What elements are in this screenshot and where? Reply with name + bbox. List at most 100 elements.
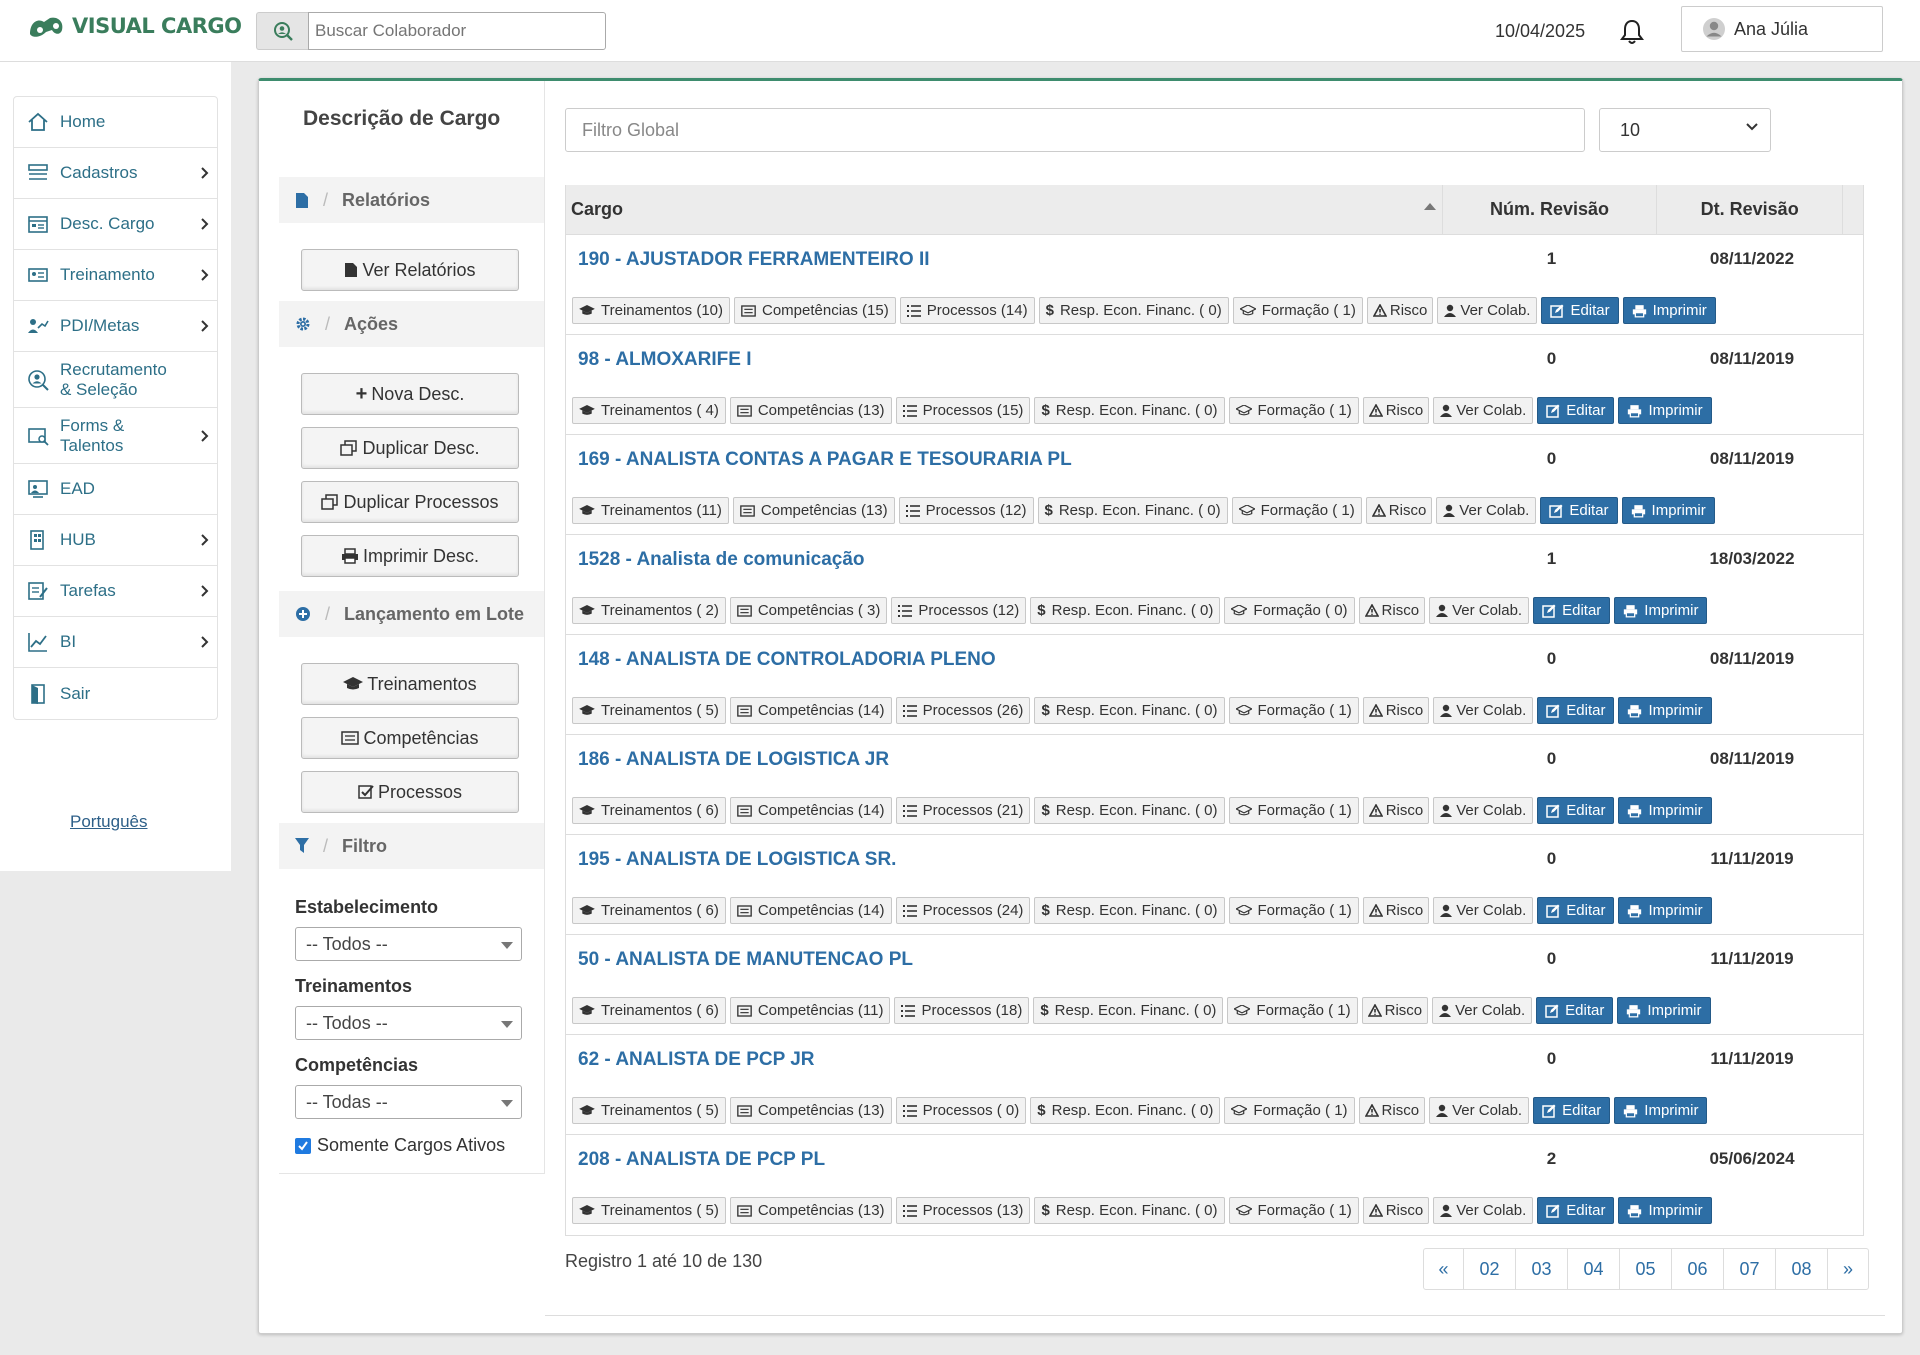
pager-page[interactable]: 04 (1568, 1249, 1620, 1289)
ver-colab-chip[interactable]: Ver Colab. (1437, 297, 1538, 324)
pager-page[interactable]: 08 (1776, 1249, 1828, 1289)
imprimir-button[interactable]: Imprimir (1618, 797, 1712, 824)
duplicar-processos-button[interactable]: Duplicar Processos (301, 481, 519, 523)
duplicar-desc-button[interactable]: Duplicar Desc. (301, 427, 519, 469)
resp-econ-chip[interactable]: $ Resp. Econ. Financ. ( 0) (1030, 597, 1221, 624)
column-header-dt-revisao[interactable]: Dt. Revisão (1657, 185, 1844, 234)
sidebar-item-recrutamento[interactable]: Recrutamento & Seleção (14, 352, 217, 408)
risco-chip[interactable]: Risco (1361, 997, 1429, 1024)
processos-chip[interactable]: Processos (26) (895, 697, 1031, 724)
editar-button[interactable]: Editar (1536, 997, 1614, 1024)
sidebar-item-tarefas[interactable]: Tarefas (14, 566, 217, 617)
formacao-chip[interactable]: Formação ( 1) (1228, 897, 1359, 924)
imprimir-button[interactable]: Imprimir (1614, 597, 1708, 624)
treinamentos-chip[interactable]: Treinamentos ( 6) (572, 997, 726, 1024)
processos-chip[interactable]: Processos (13) (895, 1197, 1031, 1224)
treinamentos-chip[interactable]: Treinamentos ( 6) (572, 797, 726, 824)
ver-colab-chip[interactable]: Ver Colab. (1433, 897, 1534, 924)
search-button[interactable] (256, 12, 308, 50)
sidebar-item-home[interactable]: Home (14, 97, 217, 148)
ver-relatorios-button[interactable]: Ver Relatórios (301, 249, 519, 291)
treinamentos-chip[interactable]: Treinamentos ( 5) (572, 1097, 726, 1124)
editar-button[interactable]: Editar (1533, 597, 1611, 624)
sidebar-item-hub[interactable]: HUB (14, 515, 217, 566)
imprimir-button[interactable]: Imprimir (1614, 1097, 1708, 1124)
editar-button[interactable]: Editar (1533, 1097, 1611, 1124)
editar-button[interactable]: Editar (1537, 397, 1615, 424)
treinamentos-chip[interactable]: Treinamentos ( 6) (572, 897, 726, 924)
treinamentos-chip[interactable]: Treinamentos ( 5) (572, 697, 726, 724)
editar-button[interactable]: Editar (1541, 297, 1619, 324)
risco-chip[interactable]: Risco (1365, 497, 1433, 524)
imprimir-button[interactable]: Imprimir (1618, 697, 1712, 724)
resp-econ-chip[interactable]: $ Resp. Econ. Financ. ( 0) (1037, 497, 1228, 524)
cargo-link[interactable]: 1528 - Analista de comunicação (578, 549, 865, 571)
formacao-chip[interactable]: Formação ( 1) (1228, 397, 1359, 424)
estabelecimento-select[interactable]: -- Todos -- (295, 927, 522, 961)
somente-ativos-checkbox[interactable]: Somente Cargos Ativos (295, 1135, 505, 1156)
formacao-chip[interactable]: Formação ( 1) (1228, 697, 1359, 724)
logo[interactable]: VISUAL CARGO (28, 14, 242, 38)
cargo-link[interactable]: 62 - ANALISTA DE PCP JR (578, 1049, 815, 1071)
treinamentos-chip[interactable]: Treinamentos ( 4) (572, 397, 726, 424)
cargo-link[interactable]: 195 - ANALISTA DE LOGISTICA SR. (578, 849, 896, 871)
resp-econ-chip[interactable]: $ Resp. Econ. Financ. ( 0) (1034, 797, 1225, 824)
risco-chip[interactable]: Risco (1362, 797, 1430, 824)
imprimir-button[interactable]: Imprimir (1622, 297, 1716, 324)
language-link[interactable]: Português (70, 812, 148, 832)
page-size-select[interactable]: 10 (1599, 108, 1771, 152)
sidebar-item-treinamento[interactable]: Treinamento (14, 250, 217, 301)
editar-button[interactable]: Editar (1540, 497, 1618, 524)
nova-desc-button[interactable]: + Nova Desc. (301, 373, 519, 415)
competencias-chip[interactable]: Competências (14) (729, 897, 892, 924)
sidebar-item-ead[interactable]: EAD (14, 464, 217, 515)
ver-colab-chip[interactable]: Ver Colab. (1433, 697, 1534, 724)
processos-chip[interactable]: Processos ( 0) (895, 1097, 1027, 1124)
formacao-chip[interactable]: Formação ( 1) (1231, 497, 1362, 524)
imprimir-button[interactable]: Imprimir (1618, 897, 1712, 924)
competencias-select[interactable]: -- Todas -- (295, 1085, 522, 1119)
sidebar-item-pdi-metas[interactable]: PDI/Metas (14, 301, 217, 352)
processos-chip[interactable]: Processos (12) (891, 597, 1027, 624)
formacao-chip[interactable]: Formação ( 1) (1224, 1097, 1355, 1124)
formacao-chip[interactable]: Formação ( 1) (1228, 797, 1359, 824)
competencias-chip[interactable]: Competências ( 3) (729, 597, 888, 624)
editar-button[interactable]: Editar (1537, 797, 1615, 824)
competencias-chip[interactable]: Competências (11) (729, 997, 891, 1024)
competencias-chip[interactable]: Competências (14) (729, 797, 892, 824)
formacao-chip[interactable]: Formação ( 1) (1232, 297, 1363, 324)
search-input[interactable] (308, 12, 606, 50)
ver-colab-chip[interactable]: Ver Colab. (1432, 997, 1533, 1024)
cargo-link[interactable]: 208 - ANALISTA DE PCP PL (578, 1149, 825, 1171)
resp-econ-chip[interactable]: $ Resp. Econ. Financ. ( 0) (1034, 697, 1225, 724)
resp-econ-chip[interactable]: $ Resp. Econ. Financ. ( 0) (1030, 1097, 1221, 1124)
pager-page[interactable]: 03 (1516, 1249, 1568, 1289)
resp-econ-chip[interactable]: $ Resp. Econ. Financ. ( 0) (1034, 897, 1225, 924)
ver-colab-chip[interactable]: Ver Colab. (1433, 397, 1534, 424)
cargo-link[interactable]: 50 - ANALISTA DE MANUTENCAO PL (578, 949, 913, 971)
lote-processos-button[interactable]: Processos (301, 771, 519, 813)
imprimir-button[interactable]: Imprimir (1621, 497, 1715, 524)
cargo-link[interactable]: 169 - ANALISTA CONTAS A PAGAR E TESOURAR… (578, 449, 1072, 471)
resp-econ-chip[interactable]: $ Resp. Econ. Financ. ( 0) (1034, 1197, 1225, 1224)
pager-prev[interactable]: « (1424, 1249, 1464, 1289)
pager-page[interactable]: 02 (1464, 1249, 1516, 1289)
cargo-link[interactable]: 190 - AJUSTADOR FERRAMENTEIRO II (578, 249, 930, 271)
processos-chip[interactable]: Processos (14) (899, 297, 1035, 324)
competencias-chip[interactable]: Competências (13) (729, 1097, 892, 1124)
cargo-link[interactable]: 186 - ANALISTA DE LOGISTICA JR (578, 749, 889, 771)
resp-econ-chip[interactable]: $ Resp. Econ. Financ. ( 0) (1034, 397, 1225, 424)
ver-colab-chip[interactable]: Ver Colab. (1429, 1097, 1530, 1124)
formacao-chip[interactable]: Formação ( 1) (1228, 1197, 1359, 1224)
imprimir-desc-button[interactable]: Imprimir Desc. (301, 535, 519, 577)
competencias-chip[interactable]: Competências (13) (729, 1197, 892, 1224)
column-header-num-revisao[interactable]: Núm. Revisão (1443, 185, 1658, 234)
column-header-cargo[interactable]: Cargo (566, 185, 1443, 234)
pager-next[interactable]: » (1828, 1249, 1868, 1289)
processos-chip[interactable]: Processos (18) (894, 997, 1030, 1024)
editar-button[interactable]: Editar (1537, 1197, 1615, 1224)
treinamentos-chip[interactable]: Treinamentos ( 5) (572, 1197, 726, 1224)
sidebar-item-bi[interactable]: BI (14, 617, 217, 668)
ver-colab-chip[interactable]: Ver Colab. (1433, 1197, 1534, 1224)
risco-chip[interactable]: Risco (1366, 297, 1434, 324)
